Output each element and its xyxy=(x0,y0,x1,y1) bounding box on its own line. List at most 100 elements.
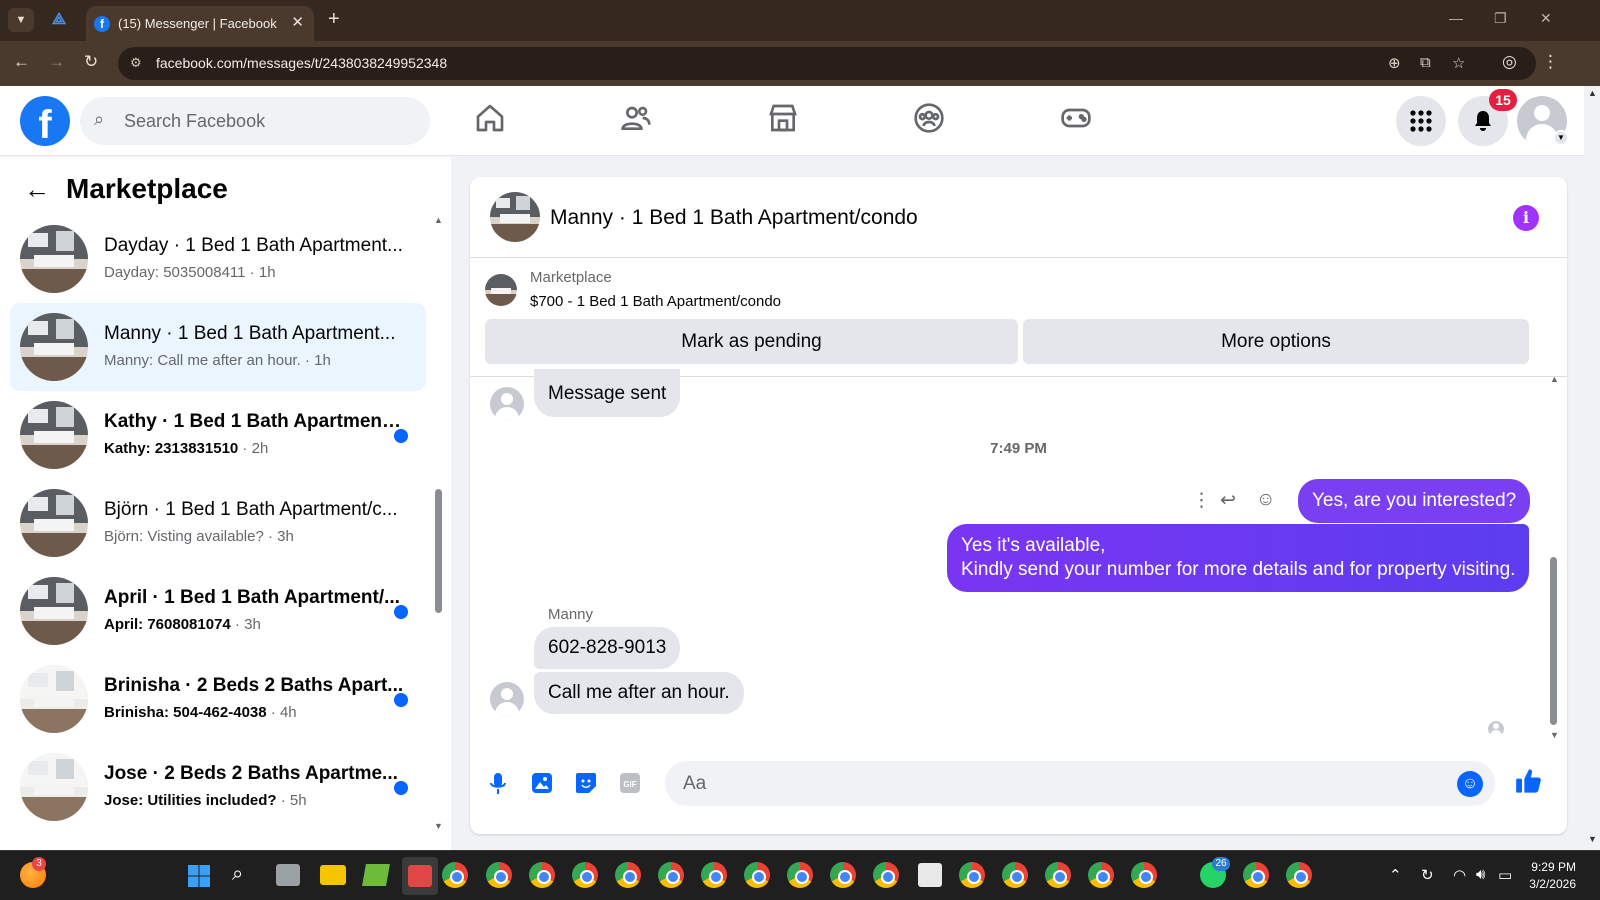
reply-icon[interactable]: ↩ xyxy=(1220,489,1236,512)
system-clock[interactable]: 9:29 PM 3/2/2026 xyxy=(1520,859,1576,893)
chrome-taskbar-icon[interactable] xyxy=(486,862,512,888)
file-explorer-icon[interactable] xyxy=(320,865,346,885)
conversation-item[interactable]: Jose · 2 Beds 2 Baths Apartme... Jose: Ut… xyxy=(10,743,426,831)
reload-button[interactable]: ↻ xyxy=(84,52,98,72)
minimize-button[interactable]: — xyxy=(1449,10,1463,26)
conversation-item[interactable]: Björn · 1 Bed 1 Bath Apartment/c... Björn… xyxy=(10,479,426,567)
new-tab-button[interactable]: + xyxy=(328,8,340,31)
page-scroll-down-arrow[interactable]: ▼ xyxy=(1588,834,1597,844)
sidebar-scrollbar[interactable] xyxy=(435,489,442,613)
chat-scroll-up-arrow[interactable]: ▲ xyxy=(1550,374,1559,384)
back-arrow-icon[interactable]: ← xyxy=(24,174,50,205)
friends-icon[interactable] xyxy=(620,102,660,142)
message-bubble-incoming[interactable]: 602-828-9013 xyxy=(534,627,681,669)
chrome-taskbar-icon[interactable] xyxy=(959,862,985,888)
search-input[interactable] xyxy=(124,109,414,133)
search-taskbar-icon[interactable]: ⌕ xyxy=(232,863,243,886)
photo-icon[interactable] xyxy=(529,772,555,798)
chrome-taskbar-icon[interactable] xyxy=(787,862,813,888)
chrome-taskbar-icon[interactable] xyxy=(658,862,684,888)
chrome-taskbar-icon[interactable] xyxy=(1002,862,1028,888)
chat-title[interactable]: Manny · 1 Bed 1 Bath Apartment/condo xyxy=(550,206,918,230)
forward-button[interactable]: → xyxy=(48,52,65,72)
chrome-taskbar-icon[interactable] xyxy=(1286,862,1312,888)
address-bar[interactable]: ⚙ facebook.com/messages/t/24380382499523… xyxy=(118,47,1536,80)
emoji-icon[interactable]: ☺ xyxy=(1457,771,1483,797)
facebook-logo-icon[interactable]: f xyxy=(20,96,70,147)
gaming-icon[interactable] xyxy=(1060,102,1100,142)
extension-icon[interactable]: ⟁ xyxy=(48,9,70,31)
chrome-taskbar-icon[interactable] xyxy=(830,862,856,888)
snipping-tool-icon[interactable] xyxy=(918,863,942,887)
bookmark-star-icon[interactable]: ☆ xyxy=(1452,54,1465,72)
more-actions-icon[interactable]: ⋮ xyxy=(1192,489,1211,512)
conversation-item[interactable]: Dayday · 1 Bed 1 Bath Apartment... Dayday… xyxy=(10,215,426,303)
marketplace-icon[interactable] xyxy=(767,102,807,142)
page-scroll-up-arrow[interactable]: ▲ xyxy=(1588,88,1597,98)
conversation-item[interactable]: Brinisha · 2 Beds 2 Baths Apart... Brinis… xyxy=(10,655,426,743)
message-input[interactable] xyxy=(683,772,1443,796)
zoom-icon[interactable]: ⊕ xyxy=(1388,54,1401,72)
chat-scrollbar[interactable] xyxy=(1550,557,1557,725)
message-bubble-incoming[interactable]: Call me after an hour. xyxy=(534,672,744,714)
gif-icon[interactable]: GIF xyxy=(617,772,643,798)
chrome-taskbar-icon[interactable] xyxy=(615,862,641,888)
windows-start-icon[interactable] xyxy=(187,864,211,888)
profile-icon[interactable]: ◎ xyxy=(1502,52,1517,72)
cast-icon[interactable]: ⧉ xyxy=(1420,54,1431,71)
restore-button[interactable]: ❐ xyxy=(1494,10,1507,27)
conversation-item[interactable]: Manny · 1 Bed 1 Bath Apartment... Manny: … xyxy=(10,303,426,391)
sticker-icon[interactable] xyxy=(573,772,599,798)
chrome-taskbar-icon[interactable] xyxy=(1131,862,1157,888)
scroll-up-arrow[interactable]: ▲ xyxy=(434,215,443,225)
task-view-icon[interactable] xyxy=(276,864,300,886)
listing-thumbnail xyxy=(20,225,88,293)
menu-icon[interactable]: ⋮ xyxy=(1542,52,1559,72)
chrome-taskbar-icon[interactable] xyxy=(1045,862,1071,888)
tab-close-icon[interactable]: ✕ xyxy=(291,13,304,31)
groups-icon[interactable] xyxy=(913,102,953,142)
volume-icon[interactable]: 🔊︎ xyxy=(1476,866,1485,883)
show-hidden-icons-icon[interactable]: ⌃ xyxy=(1389,866,1402,884)
battery-icon[interactable]: ▭ xyxy=(1498,866,1512,884)
thumbs-up-icon[interactable] xyxy=(1515,767,1543,802)
chrome-taskbar-icon[interactable] xyxy=(873,862,899,888)
more-options-button[interactable]: More options xyxy=(1023,319,1529,364)
contact-avatar[interactable] xyxy=(490,387,524,421)
site-info-icon[interactable]: ⚙ xyxy=(130,55,142,71)
conversation-item[interactable]: Kathy · 1 Bed 1 Bath Apartment... Kathy: … xyxy=(10,391,426,479)
info-icon[interactable]: i xyxy=(1513,205,1539,231)
mark-as-pending-button[interactable]: Mark as pending xyxy=(485,319,1018,364)
chrome-taskbar-icon[interactable] xyxy=(529,862,555,888)
message-bubble-outgoing[interactable]: Yes, are you interested? xyxy=(1298,479,1531,523)
conversation-item[interactable]: April · 1 Bed 1 Bath Apartment/... April:… xyxy=(10,567,426,655)
message-bubble-outgoing[interactable]: Yes it's available, Kindly send your num… xyxy=(947,524,1530,592)
close-window-button[interactable]: ✕ xyxy=(1540,10,1552,27)
microphone-icon[interactable] xyxy=(485,772,511,798)
chrome-taskbar-icon[interactable] xyxy=(442,862,468,888)
menu-grid-button[interactable] xyxy=(1396,96,1446,146)
minecraft-icon[interactable] xyxy=(362,864,390,886)
back-button[interactable]: ← xyxy=(13,52,30,72)
chrome-taskbar-icon[interactable] xyxy=(701,862,727,888)
listing-price-title[interactable]: $700 - 1 Bed 1 Bath Apartment/condo xyxy=(530,293,781,310)
tab-search-button[interactable]: ▼ xyxy=(8,8,34,32)
chrome-taskbar-icon[interactable] xyxy=(1088,862,1114,888)
wifi-icon[interactable]: ◠ xyxy=(1453,866,1466,884)
contact-avatar[interactable] xyxy=(490,682,524,716)
browser-tab-messenger[interactable]: f (15) Messenger | Facebook ✕ xyxy=(86,6,314,41)
message-bubble-incoming[interactable]: Message sent xyxy=(534,369,681,417)
chrome-taskbar-icon[interactable] xyxy=(572,862,598,888)
chrome-taskbar-icon[interactable] xyxy=(744,862,770,888)
home-icon[interactable] xyxy=(474,102,514,142)
chrome-taskbar-icon[interactable] xyxy=(1243,862,1269,888)
store-taskbar-slot[interactable] xyxy=(402,857,438,895)
scroll-down-arrow[interactable]: ▼ xyxy=(434,821,443,831)
page-scrollbar[interactable]: ▲ ▼ xyxy=(1584,86,1600,850)
react-emoji-icon[interactable]: ☺ xyxy=(1256,489,1275,511)
chevron-down-icon[interactable]: ▼ xyxy=(1553,130,1569,146)
sync-icon[interactable]: ↻ xyxy=(1421,866,1434,884)
chat-listing-thumbnail[interactable] xyxy=(490,192,540,242)
listing-thumbnail[interactable] xyxy=(485,274,517,306)
chat-scroll-down-arrow[interactable]: ▼ xyxy=(1550,730,1559,740)
